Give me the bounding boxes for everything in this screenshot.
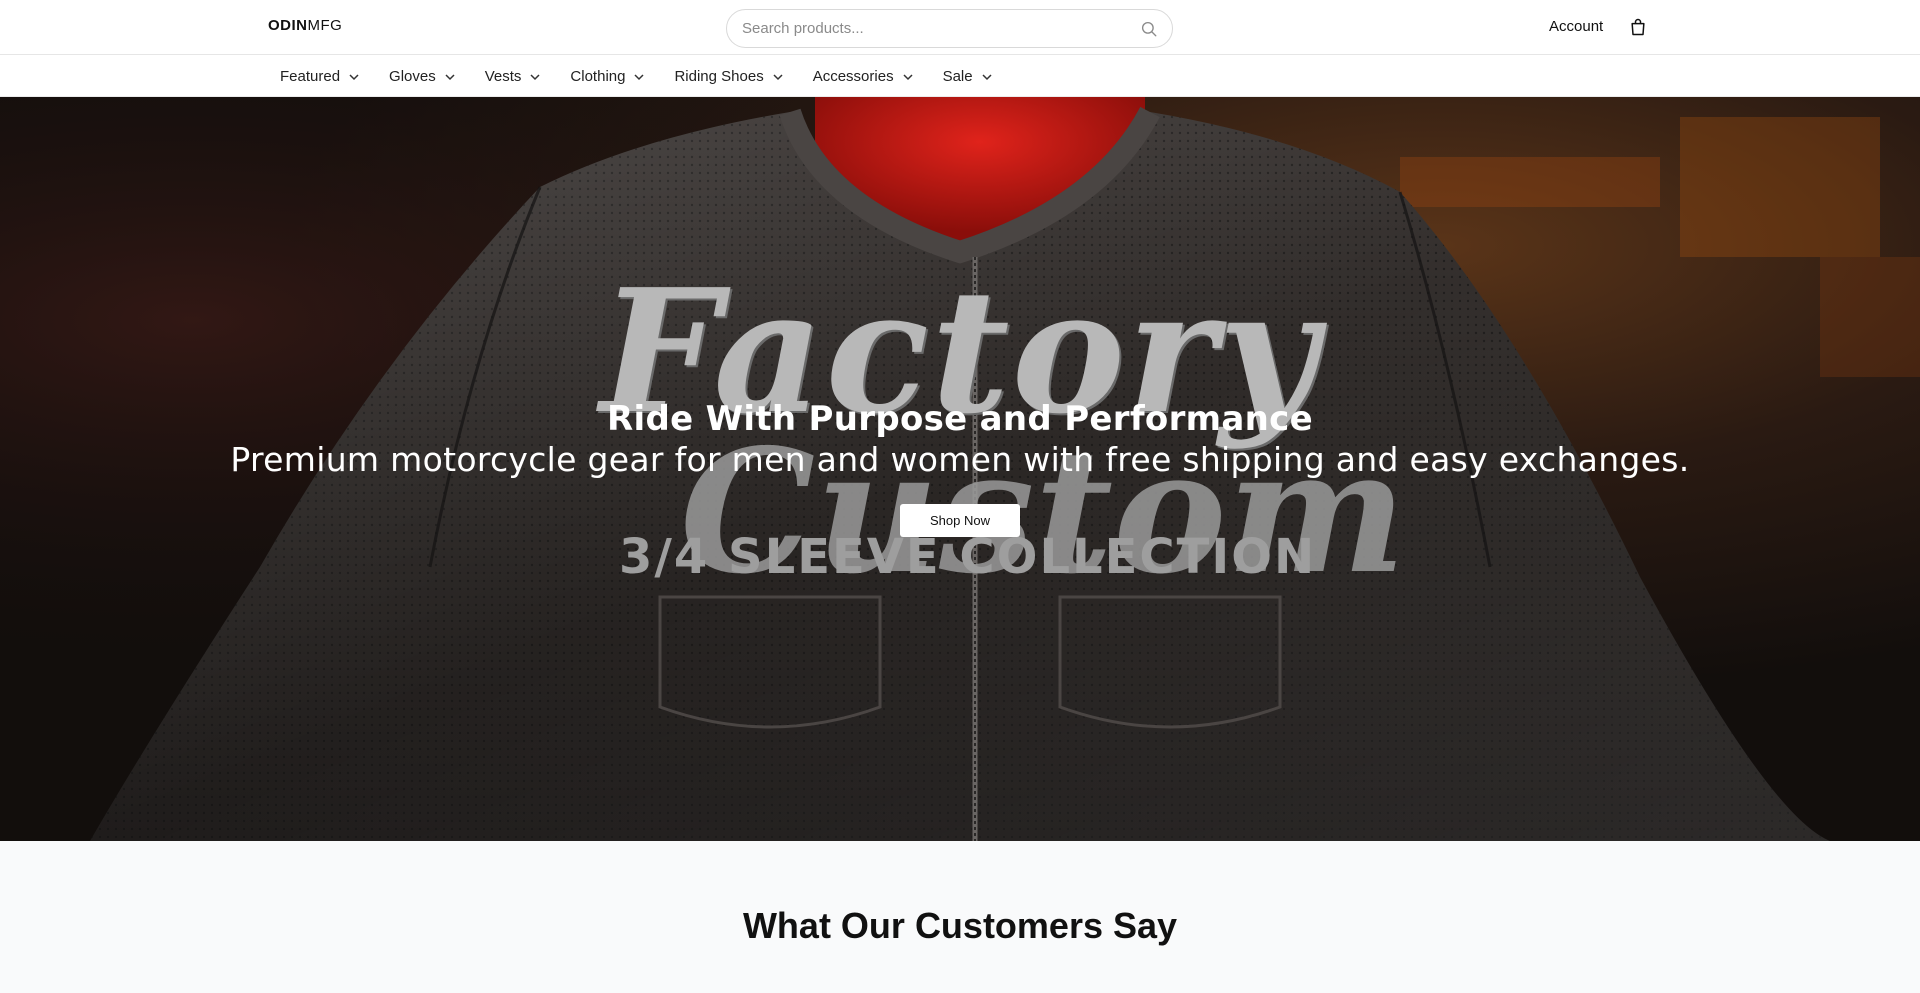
main-nav: Featured Gloves Vests Clothing Riding Sh…	[0, 56, 1920, 97]
nav-item-label: Riding Shoes	[674, 68, 764, 85]
nav-list: Featured Gloves Vests Clothing Riding Sh…	[280, 56, 1022, 97]
testimonials-title: What Our Customers Say	[742, 905, 1178, 946]
hero-banner: Factory Custom 3/4 SLEEVE COLLECTION Rid…	[0, 97, 1920, 841]
chevron-down-icon	[773, 73, 783, 80]
chevron-down-icon	[982, 73, 992, 80]
shop-now-button[interactable]: Shop Now	[900, 504, 1020, 537]
nav-item-vests[interactable]: Vests	[485, 68, 542, 85]
brand-logo[interactable]: ODIN MFG	[268, 17, 342, 34]
nav-item-label: Sale	[942, 68, 973, 85]
account-link[interactable]: Account	[1549, 18, 1603, 35]
nav-item-riding-shoes[interactable]: Riding Shoes	[674, 68, 783, 85]
site-header: ODIN MFG Account	[0, 0, 1920, 55]
nav-item-label: Gloves	[389, 68, 436, 85]
chevron-down-icon	[445, 73, 455, 80]
brand-logo-strong: ODIN	[268, 17, 308, 34]
nav-item-accessories[interactable]: Accessories	[813, 68, 914, 85]
nav-item-gloves[interactable]: Gloves	[389, 68, 456, 85]
chevron-down-icon	[349, 73, 359, 80]
nav-item-label: Accessories	[812, 68, 894, 85]
hero-subheadline: Premium motorcycle gear for men and wome…	[230, 440, 1690, 479]
nav-item-label: Featured	[280, 68, 341, 85]
search-input[interactable]	[742, 20, 1140, 37]
hero-art-collection: 3/4 SLEEVE COLLECTION	[619, 529, 1317, 585]
nav-item-label: Clothing	[570, 68, 626, 85]
nav-item-label: Vests	[484, 68, 522, 85]
search-bar	[726, 9, 1173, 48]
chevron-down-icon	[634, 73, 644, 80]
shopping-bag-icon[interactable]	[1628, 17, 1648, 37]
nav-item-sale[interactable]: Sale	[943, 68, 993, 85]
nav-item-clothing[interactable]: Clothing	[570, 68, 645, 85]
search-icon[interactable]	[1140, 20, 1158, 38]
brand-logo-light: MFG	[307, 17, 343, 34]
chevron-down-icon	[903, 73, 913, 80]
testimonials-section: What Our Customers Say	[0, 841, 1920, 993]
nav-item-featured[interactable]: Featured	[280, 68, 360, 85]
chevron-down-icon	[530, 73, 540, 80]
hero-headline: Ride With Purpose and Performance	[607, 399, 1313, 439]
